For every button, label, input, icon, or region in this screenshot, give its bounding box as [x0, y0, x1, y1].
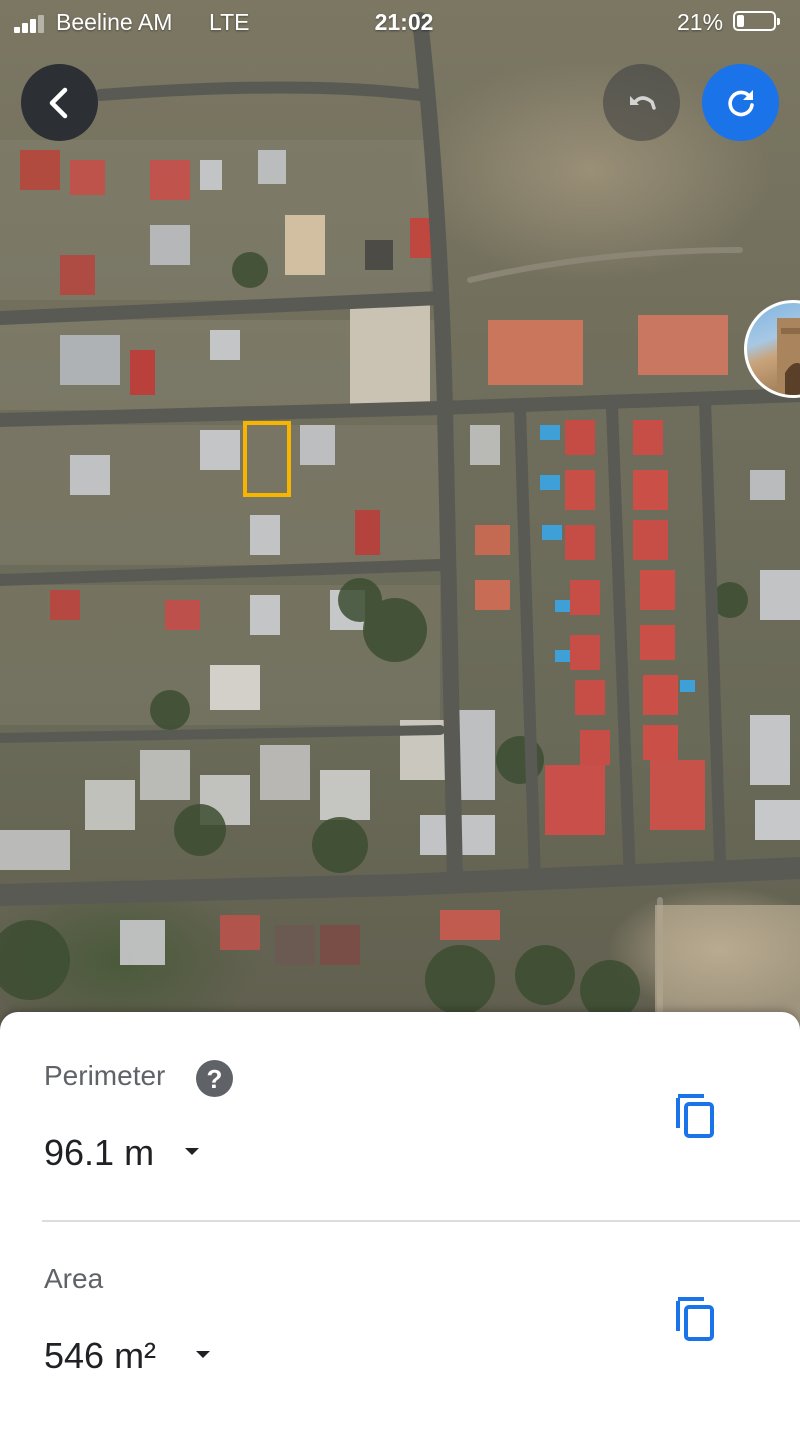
copy-perimeter-button[interactable]: [672, 1092, 720, 1140]
battery-percentage: 21%: [677, 9, 724, 35]
area-unit-dropdown-icon[interactable]: [196, 1351, 210, 1358]
area-value[interactable]: 546 m²: [44, 1335, 156, 1377]
back-button[interactable]: [21, 64, 98, 141]
refresh-icon: [727, 89, 754, 116]
copy-icon: [676, 1094, 714, 1138]
map-imagery: [0, 12, 800, 1040]
undo-icon: [629, 95, 656, 110]
satellite-map[interactable]: [0, 0, 800, 1040]
measurement-sheet: Perimeter ? 96.1 m Area 546 m²: [0, 1012, 800, 1432]
help-icon[interactable]: ?: [196, 1060, 233, 1097]
battery-icon: [733, 11, 780, 31]
perimeter-value[interactable]: 96.1 m: [44, 1132, 154, 1174]
perimeter-label: Perimeter: [44, 1060, 166, 1091]
street-view-photo-thumbnail[interactable]: [744, 300, 800, 398]
copy-icon: [676, 1297, 714, 1341]
area-label: Area: [44, 1263, 104, 1294]
chevron-left-icon: [49, 87, 67, 118]
status-bar: Beeline AM LTE 21:02 21%: [0, 0, 800, 44]
perimeter-unit-dropdown-icon[interactable]: [185, 1148, 199, 1155]
refresh-button[interactable]: [702, 64, 779, 141]
tower-photo: [777, 318, 800, 395]
divider: [42, 1220, 800, 1222]
undo-button[interactable]: [603, 64, 680, 141]
copy-area-button[interactable]: [672, 1295, 720, 1343]
